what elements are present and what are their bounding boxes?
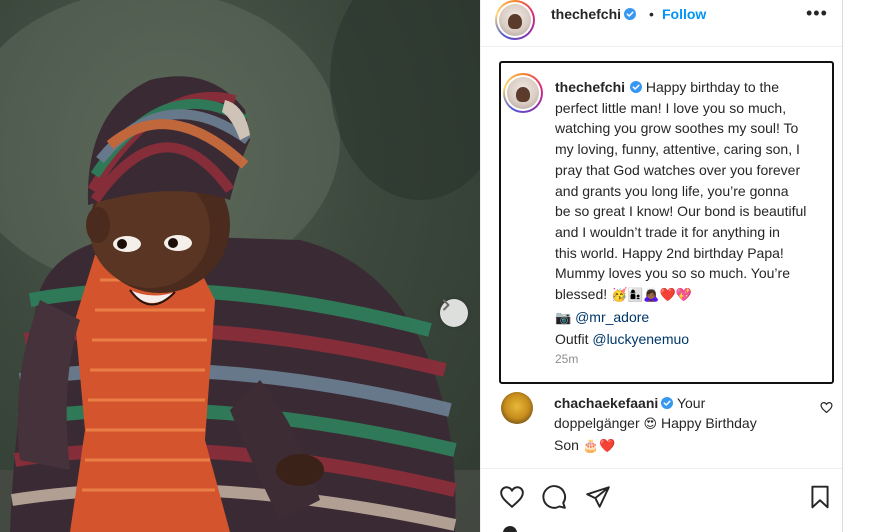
author-username[interactable]: thechefchi <box>551 6 621 22</box>
comment-body: doppelgänger <box>554 415 640 431</box>
paper-plane-icon[interactable] <box>585 484 611 510</box>
caption-text: thechefchi Happy birthday to the perfect… <box>555 77 835 350</box>
more-options-icon[interactable]: ••• <box>806 3 828 24</box>
post-photo <box>0 0 480 532</box>
camera-emoji-icon: 📷 <box>555 310 572 326</box>
verified-badge-icon <box>624 8 637 20</box>
verified-badge-icon <box>630 81 643 93</box>
comment-icon[interactable] <box>541 484 567 510</box>
caption-line: my loving, funny, attentive, caring son,… <box>555 141 800 158</box>
caption-username[interactable]: thechefchi <box>555 79 625 95</box>
caption-line: Happy birthday to the <box>645 79 779 95</box>
child-photo-illustration <box>0 0 480 532</box>
commenter-avatar[interactable] <box>501 392 533 424</box>
caption-highlight-box: thechefchi Happy birthday to the perfect… <box>499 61 834 384</box>
outfit-mention-link[interactable]: @luckyenemuo <box>592 331 689 347</box>
post-header: thechefchi • Follow ••• <box>481 0 843 47</box>
next-photo-button[interactable] <box>440 299 468 327</box>
panel-border <box>842 0 843 532</box>
chevron-right-icon <box>443 299 450 311</box>
caption-line: watching you grow soothes my soul! To <box>555 120 799 137</box>
comment-text: chachaekefaani Your doppelgänger 😍 Happy… <box>554 393 804 457</box>
caption-line: Mummy loves you so so much. You’re <box>555 265 790 282</box>
comment-username[interactable]: chachaekefaani <box>554 395 658 411</box>
comment-body: Happy Birthday <box>660 415 757 431</box>
caption-author-avatar[interactable] <box>503 73 543 113</box>
caption-line: this world. Happy 2nd birthday Papa! <box>555 244 784 261</box>
heart-icon[interactable] <box>499 484 525 510</box>
author-avatar[interactable] <box>495 0 535 40</box>
comment-like-heart-icon[interactable] <box>820 401 833 414</box>
comment-emoji: 😍 <box>643 417 658 432</box>
photographer-mention-link[interactable]: @mr_adore <box>575 309 649 325</box>
caption-line: and grants you long life, you’re gonna <box>555 182 789 199</box>
follow-button[interactable]: Follow <box>662 6 706 22</box>
caption-line: perfect little man! I love you so much, <box>555 99 787 116</box>
separator-dot: • <box>649 6 654 22</box>
outfit-label: Outfit <box>555 331 589 348</box>
caption-line: be so great I know! Our bond is beautifu… <box>555 203 807 220</box>
comment-body: Son <box>554 437 579 453</box>
verified-badge-icon <box>661 397 674 409</box>
caption-timestamp[interactable]: 25m <box>555 352 578 366</box>
comment-emoji: 🎂❤️ <box>582 439 616 454</box>
bookmark-icon[interactable] <box>807 484 833 510</box>
comment-body: Your <box>676 395 706 411</box>
caption-line: pray that God watches over you forever <box>555 161 801 178</box>
caption-line: and I wouldn’t trade it for anything in <box>555 223 780 240</box>
post-action-bar <box>481 468 843 532</box>
post-side-panel: thechefchi • Follow ••• thechefchi Happy… <box>480 0 843 532</box>
caption-line: blessed! <box>555 286 608 303</box>
caption-emojis: 🥳👩‍👦🙇🏾‍♀️❤️💖 <box>611 288 692 304</box>
